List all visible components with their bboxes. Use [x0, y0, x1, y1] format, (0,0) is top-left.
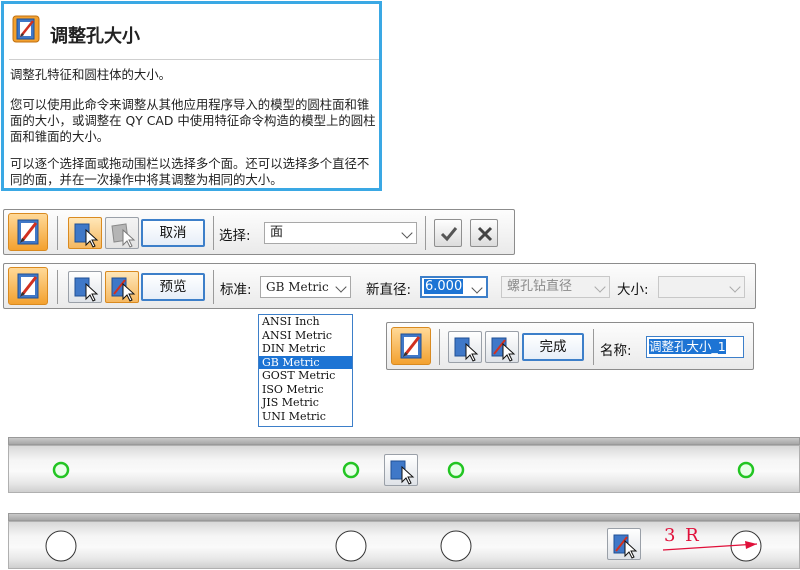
accept-button[interactable] — [434, 219, 462, 247]
radius-dimension-label[interactable]: 3 R — [664, 525, 701, 546]
close-icon — [477, 226, 493, 242]
resize-hole-icon — [12, 15, 40, 43]
resize-hole-icon — [17, 219, 39, 245]
resized-hole-2 — [335, 530, 367, 562]
new-diameter-combo[interactable]: 6.000 — [420, 276, 488, 298]
help-paragraph-3: 可以逐个选择面或拖动围栏以选择多个面。还可以选择多个直径不同的面，并在一次操作中… — [10, 156, 370, 187]
command-bar-finish: 完成 名称: 调整孔大小_1 — [386, 322, 754, 370]
help-divider — [9, 59, 379, 60]
selected-hole-1 — [52, 461, 70, 479]
standard-option[interactable]: ANSI Inch — [259, 315, 352, 329]
model-view-selected-holes — [8, 445, 800, 493]
model-edge-top — [8, 513, 800, 521]
size-step-icon — [111, 277, 136, 302]
quick-bar-handle-button[interactable] — [384, 454, 418, 486]
new-diameter-value: 6.000 — [424, 279, 464, 294]
size-step-icon — [491, 337, 516, 362]
select-face-icon — [74, 277, 99, 302]
selected-hole-2 — [342, 461, 360, 479]
help-tooltip: 调整孔大小 调整孔特征和圆柱体的大小。 您可以使用此命令来调整从其他应用程序导入… — [1, 1, 382, 191]
new-diameter-label: 新直径: — [366, 282, 412, 298]
select-face-step-button[interactable] — [448, 331, 482, 363]
chevron-down-icon — [335, 281, 347, 293]
command-bar-select: 取消 选择: 面 — [3, 209, 515, 255]
standard-dropdown-list[interactable]: ANSI Inch ANSI Metric DIN Metric GB Metric G… — [258, 314, 353, 427]
close-button[interactable] — [470, 219, 498, 247]
name-label: 名称: — [600, 343, 632, 359]
select-filter-value: 面 — [270, 225, 284, 240]
resized-hole-1 — [45, 530, 77, 562]
finish-button[interactable]: 完成 — [522, 333, 584, 361]
quick-bar-handle-button[interactable] — [607, 528, 641, 560]
feature-name-value: 调整孔大小_1 — [649, 339, 726, 354]
resize-hole-icon — [17, 273, 39, 299]
standard-option[interactable]: ANSI Metric — [259, 329, 352, 343]
help-paragraph-1: 调整孔特征和圆柱体的大小。 — [10, 67, 172, 82]
preview-button[interactable]: 预览 — [141, 273, 205, 301]
chevron-down-icon — [471, 282, 483, 294]
standard-option[interactable]: JIS Metric — [259, 396, 352, 410]
resize-hole-icon — [400, 333, 422, 359]
chevron-down-icon — [401, 227, 413, 239]
standard-label: 标准: — [220, 282, 252, 298]
size-combo[interactable] — [658, 276, 745, 298]
standard-option[interactable]: GOST Metric — [259, 369, 352, 383]
resized-hole-3 — [440, 530, 472, 562]
standard-value: GB Metric — [266, 280, 329, 294]
model-edge-top — [8, 437, 800, 445]
feature-name-input[interactable]: 调整孔大小_1 — [646, 336, 744, 358]
resize-hole-command-button[interactable] — [8, 213, 48, 251]
thread-diameter-combo[interactable]: 螺孔钻直径 — [501, 276, 610, 298]
chevron-down-icon — [729, 281, 741, 293]
select-region-step-button[interactable] — [105, 217, 139, 249]
help-paragraph-2: 您可以使用此命令来调整从其他应用程序导入的模型的圆柱面和锥面的大小，或调整在 Q… — [10, 97, 376, 144]
standard-option[interactable]: DIN Metric — [259, 342, 352, 356]
resize-hole-command-button[interactable] — [8, 267, 48, 305]
selected-hole-4 — [737, 461, 755, 479]
cancel-button[interactable]: 取消 — [141, 219, 205, 247]
select-face-step-button[interactable] — [68, 271, 102, 303]
select-filter-combo[interactable]: 面 — [264, 222, 417, 244]
selected-hole-3 — [447, 461, 465, 479]
command-bar-size: 预览 标准: GB Metric 新直径: 6.000 螺孔钻直径 大小: — [3, 263, 756, 309]
thread-diameter-value: 螺孔钻直径 — [507, 279, 573, 294]
help-title: 调整孔大小 — [50, 26, 140, 47]
select-label: 选择: — [219, 228, 251, 244]
standard-option[interactable]: ISO Metric — [259, 383, 352, 397]
select-face-icon — [390, 460, 415, 485]
select-face-step-button[interactable] — [68, 217, 102, 249]
chevron-down-icon — [594, 281, 606, 293]
standard-option[interactable]: UNI Metric — [259, 410, 352, 424]
select-face-icon — [74, 223, 99, 248]
resize-hole-command-button[interactable] — [391, 327, 431, 365]
checkmark-icon — [440, 227, 458, 242]
select-face-icon — [454, 337, 479, 362]
region-icon — [111, 223, 136, 248]
standard-option[interactable]: GB Metric — [259, 355, 352, 369]
size-step-button[interactable] — [105, 271, 139, 303]
size-step-button[interactable] — [485, 331, 519, 363]
size-label: 大小: — [617, 282, 649, 298]
model-view-resized-holes: 3 R — [8, 521, 800, 569]
size-step-icon — [613, 534, 638, 559]
standard-combo[interactable]: GB Metric — [260, 276, 351, 298]
